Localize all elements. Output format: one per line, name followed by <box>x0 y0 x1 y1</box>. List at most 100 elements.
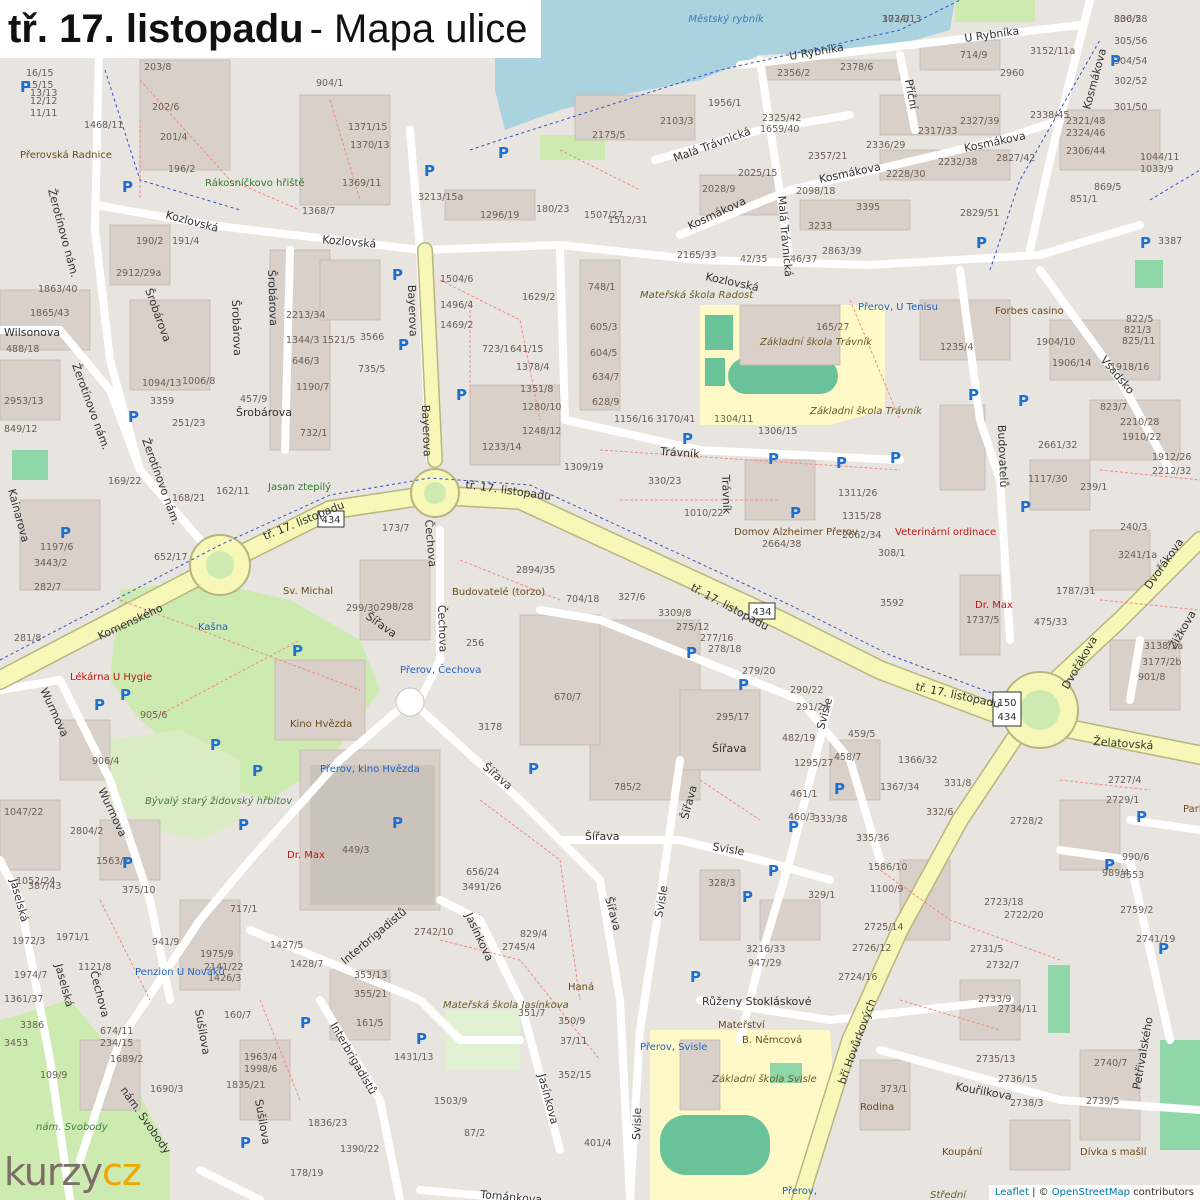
house-number: 190/2 <box>136 236 163 247</box>
poi-kasna: Kašna <box>198 621 228 633</box>
parking-icon: P <box>790 504 801 522</box>
house-number: 239/1 <box>1080 482 1107 493</box>
house-number: 298/28 <box>380 602 413 613</box>
house-number: 2745/4 <box>502 942 535 953</box>
map-attribution: Leaflet | © OpenStreetMap contributors <box>988 1185 1200 1200</box>
house-number: 748/1 <box>588 282 615 293</box>
house-number: 2327/39 <box>960 116 999 127</box>
parking-lot-center <box>310 765 435 905</box>
title-subtitle: - Mapa ulice <box>310 7 528 52</box>
house-number: 327/6 <box>618 592 645 603</box>
house-number: 3309/8 <box>658 608 691 619</box>
parking-icon: P <box>210 736 221 754</box>
poi-koupani: Koupání <box>942 1146 983 1158</box>
house-number: 196/2 <box>168 164 195 175</box>
house-number: 37/11 <box>560 1036 587 1047</box>
house-number: 3386 <box>20 1020 44 1031</box>
house-number: 2723/18 <box>984 897 1023 908</box>
house-number: 1659/40 <box>760 124 799 135</box>
poi-prerov-svisle: Přerov, Svisle <box>640 1041 707 1053</box>
poi-divka: Dívka s mašlí <box>1080 1146 1148 1158</box>
house-number: 2378/6 <box>840 62 873 73</box>
house-number: 109/9 <box>40 1070 67 1081</box>
house-number: 1428/7 <box>290 959 323 970</box>
house-number: 2728/2 <box>1010 816 1043 827</box>
title-street: tř. 17. listopadu <box>8 6 304 51</box>
house-number: 704/18 <box>566 594 599 605</box>
house-number: 2827/42 <box>996 153 1035 164</box>
park-pitch-mid <box>1048 965 1070 1033</box>
house-number: 1156/16 <box>614 414 653 425</box>
kurzy-logo[interactable]: kurzy cz <box>4 1150 142 1194</box>
parking-icon: P <box>836 454 847 472</box>
house-number: 641/15 <box>510 344 543 355</box>
poi-hana: Haná <box>568 981 594 993</box>
map-svg[interactable]: Městský rybník 434 434 150 434 tř. 17. l… <box>0 0 1200 1200</box>
house-number: 1521/5 <box>322 335 355 346</box>
house-number: 2727/4 <box>1108 775 1141 786</box>
house-number: 1235/4 <box>940 342 973 353</box>
house-number: 305/56 <box>1114 36 1147 47</box>
house-number: 2210/28 <box>1120 417 1159 428</box>
house-number: 1468/11 <box>84 120 123 131</box>
house-number: 1586/10 <box>868 862 907 873</box>
poi-materstvi: Mateřství <box>718 1019 766 1031</box>
parking-icon: P <box>416 1030 427 1048</box>
parking-icon: P <box>392 814 403 832</box>
house-number: 2740/7 <box>1094 1058 1127 1069</box>
parking-icon: P <box>240 1134 251 1152</box>
house-number: 822/5 <box>1126 314 1153 325</box>
house-number: 2028/9 <box>702 184 735 195</box>
house-number: 1367/34 <box>880 782 919 793</box>
parking-icon: P <box>20 78 31 96</box>
attribution-sep: | © <box>1028 1187 1052 1198</box>
parking-icon: P <box>1020 498 1031 516</box>
parking-icon: P <box>128 408 139 426</box>
house-number: 203/8 <box>144 62 171 73</box>
leaflet-link[interactable]: Leaflet <box>995 1187 1029 1198</box>
house-number: 1044/11 <box>1140 152 1179 163</box>
house-number: 295/17 <box>716 712 749 723</box>
poi-stredni: Střední <box>930 1189 967 1200</box>
house-number: 3216/33 <box>746 944 785 955</box>
logo-part2: cz <box>101 1150 142 1194</box>
street-cechova-1: Čechova <box>435 605 450 653</box>
house-number: 2306/44 <box>1066 146 1105 157</box>
street-srobarova-1: Šrobárova <box>265 270 280 326</box>
poi-rakosnicek: Rákosníčkovo hřiště <box>205 177 305 189</box>
house-number: 335/36 <box>856 833 889 844</box>
house-number: 1963/4 <box>244 1052 277 1063</box>
poi-b-nemcova: B. Němcová <box>742 1034 802 1046</box>
house-number: 202/6 <box>152 102 179 113</box>
house-number: 1918/16 <box>1110 362 1149 373</box>
house-number: 1033/9 <box>1140 164 1173 175</box>
house-number: 332/6 <box>926 807 953 818</box>
house-number: 869/5 <box>1094 182 1121 193</box>
house-number: 2742/10 <box>414 927 453 938</box>
parking-icon: P <box>690 968 701 986</box>
house-number: 3177/2b <box>1142 657 1181 668</box>
poi-budovatele: Budovatelé (torzo) <box>452 586 545 598</box>
house-number: 2912/29a <box>116 268 161 279</box>
house-number: 905/6 <box>140 710 167 721</box>
parking-icon: P <box>976 234 987 252</box>
house-number: 355/21 <box>354 989 387 1000</box>
house-number: 851/1 <box>1070 194 1097 205</box>
house-number: 328/3 <box>708 878 735 889</box>
house-number: 717/1 <box>230 904 257 915</box>
house-number: 3387 <box>1158 236 1182 247</box>
house-number: 42/35 <box>740 254 767 265</box>
house-number: 3453 <box>4 1038 28 1049</box>
house-number: 291/24 <box>796 702 829 713</box>
parking-icon: P <box>834 780 845 798</box>
title-subtitle-text: Mapa ulice <box>334 6 528 51</box>
house-number: 3553 <box>1120 870 1144 881</box>
house-number: 2741/19 <box>1136 934 1175 945</box>
house-number: 1369/11 <box>342 178 381 189</box>
house-number: 941/9 <box>152 937 179 948</box>
house-number: 1378/4 <box>516 362 549 373</box>
house-number: 1504/6 <box>440 274 473 285</box>
house-number: 2732/7 <box>986 960 1019 971</box>
map-canvas[interactable]: Městský rybník 434 434 150 434 tř. 17. l… <box>0 0 1200 1200</box>
osm-link[interactable]: OpenStreetMap <box>1052 1187 1130 1198</box>
